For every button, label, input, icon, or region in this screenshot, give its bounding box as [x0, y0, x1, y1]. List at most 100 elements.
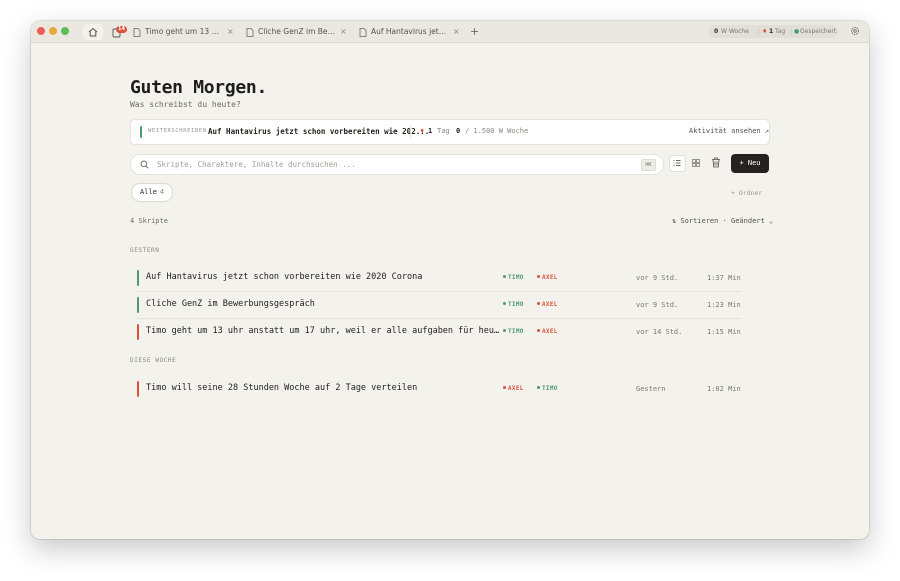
list-view-button[interactable]: [669, 155, 686, 172]
character-dot-icon: [537, 302, 540, 305]
script-duration: 1:37 Min: [707, 274, 741, 282]
view-activity-link[interactable]: Aktivität ansehen ↗: [689, 127, 769, 135]
script-title[interactable]: Timo geht um 13 uhr anstatt um 17 uhr, w…: [146, 326, 501, 336]
titlebar: 14 Timo geht um 13 uh... × Cliche GenZ i…: [31, 21, 869, 43]
character-name: TIMO: [542, 385, 558, 392]
script-title[interactable]: Cliche GenZ im Bewerbungsgespräch: [146, 299, 501, 309]
close-tab-button[interactable]: ×: [227, 24, 234, 40]
search-input[interactable]: [157, 158, 607, 171]
character-tag: AXEL: [537, 274, 558, 281]
list-view-icon: [673, 160, 681, 166]
script-row[interactable]: Timo will seine 28 Stunden Woche auf 2 T…: [137, 376, 742, 402]
document-icon: [133, 28, 141, 37]
tab-script-2[interactable]: Cliche GenZ im Bew... ×: [246, 24, 349, 40]
day-label: Tag: [437, 127, 450, 135]
minimize-window-button[interactable]: [49, 27, 57, 35]
arrow-right-icon[interactable]: →: [392, 127, 396, 135]
grid-view-button[interactable]: [688, 155, 705, 172]
row-accent-bar: [137, 270, 139, 286]
app-window: 14 Timo geht um 13 uh... × Cliche GenZ i…: [31, 21, 869, 539]
script-row[interactable]: Auf Hantavirus jetzt schon vorbereiten w…: [137, 265, 742, 292]
filter-all-chip[interactable]: Alle 4: [131, 183, 174, 202]
document-icon: [359, 28, 367, 37]
tab-label: Cliche GenZ im Bew...: [258, 27, 336, 36]
home-tab[interactable]: [83, 24, 103, 40]
character-dot-icon: [503, 329, 506, 332]
search-shortcut: ⌘K: [641, 159, 656, 171]
sort-dropdown[interactable]: ⇅ Sortieren · Geändert ⌄: [672, 217, 773, 225]
close-tab-button[interactable]: ×: [453, 24, 460, 40]
modified-time: Gestern: [636, 385, 666, 393]
character-name: AXEL: [542, 301, 558, 308]
tab-label: Timo geht um 13 uh...: [145, 27, 223, 36]
row-accent-bar: [137, 381, 139, 397]
streak-icon: ♦: [762, 28, 768, 35]
words-count: 0: [456, 127, 461, 135]
row-accent-bar: [137, 297, 139, 313]
add-folder-button[interactable]: + Ordner: [731, 189, 762, 197]
row-accent-bar: [137, 324, 139, 340]
words-goal: / 1.500 W Woche: [465, 127, 529, 135]
character-dot-icon: [537, 329, 540, 332]
group-label: DIESE WOCHE: [130, 357, 177, 364]
script-title[interactable]: Auf Hantavirus jetzt schon vorbereiten w…: [146, 272, 501, 282]
status-pill: 0 W Woche ♦ 1 Tag ● Gespeichert: [708, 25, 838, 38]
character-name: TIMO: [508, 301, 524, 308]
character-tag: TIMO: [503, 301, 524, 308]
character-dot-icon: [537, 275, 540, 278]
script-row[interactable]: Timo geht um 13 uhr anstatt um 17 uhr, w…: [137, 319, 742, 345]
script-title[interactable]: Timo will seine 28 Stunden Woche auf 2 T…: [146, 383, 501, 393]
gear-icon[interactable]: [850, 26, 860, 36]
character-name: AXEL: [508, 385, 524, 392]
close-window-button[interactable]: [37, 27, 45, 35]
tab-script-1[interactable]: Timo geht um 13 uh... ×: [133, 24, 236, 40]
character-tag: AXEL: [537, 328, 558, 335]
character-tag: AXEL: [537, 301, 558, 308]
week-count: 0: [714, 28, 719, 35]
day-label: Tag: [775, 28, 786, 35]
accent-bar: [140, 126, 142, 138]
week-label: W Woche: [721, 28, 749, 35]
character-tag: TIMO: [537, 385, 558, 392]
new-tab-button[interactable]: +: [470, 24, 479, 40]
tab-script-3[interactable]: Auf Hantavirus jetzt... ×: [359, 24, 462, 40]
tab-label: Auf Hantavirus jetzt...: [371, 27, 449, 36]
notification-badge: 14: [116, 26, 127, 33]
character-name: AXEL: [542, 328, 558, 335]
character-name: TIMO: [508, 328, 524, 335]
page-title: Guten Morgen.: [130, 77, 267, 98]
search-bar[interactable]: ⌘K: [130, 154, 664, 175]
main-content: Guten Morgen. Was schreibst du heute? WE…: [31, 43, 869, 539]
page-subtitle: Was schreibst du heute?: [130, 100, 241, 109]
modified-time: vor 14 Std.: [636, 328, 683, 336]
character-tag: TIMO: [503, 274, 524, 281]
search-icon: [140, 160, 149, 169]
continue-kicker: WEITERSCHREIBEN: [148, 128, 207, 134]
saved-dot-icon: ●: [794, 28, 800, 35]
character-tag: AXEL: [503, 385, 524, 392]
character-name: TIMO: [508, 274, 524, 281]
streak-icon: ♦: [420, 127, 425, 135]
filter-all-label: Alle: [140, 188, 157, 196]
script-duration: 1:15 Min: [707, 328, 741, 336]
document-icon: [246, 28, 254, 37]
notification-button[interactable]: 14: [111, 24, 129, 40]
day-count: 1: [769, 28, 774, 35]
close-tab-button[interactable]: ×: [340, 24, 347, 40]
modified-time: vor 9 Std.: [636, 274, 679, 282]
new-script-button[interactable]: + Neu: [731, 154, 769, 173]
trash-icon[interactable]: [711, 157, 721, 168]
modified-time: vor 9 Std.: [636, 301, 679, 309]
grid-view-icon: [692, 159, 700, 167]
continue-writing-card[interactable]: WEITERSCHREIBEN Auf Hantavirus jetzt sch…: [130, 119, 770, 145]
filter-all-count: 4: [159, 188, 165, 196]
character-dot-icon: [503, 386, 506, 389]
character-tag: TIMO: [503, 328, 524, 335]
home-icon: [88, 27, 98, 37]
character-dot-icon: [537, 386, 540, 389]
zoom-window-button[interactable]: [61, 27, 69, 35]
character-name: AXEL: [542, 274, 558, 281]
script-row[interactable]: Cliche GenZ im Bewerbungsgespräch TIMO AXE…: [137, 292, 742, 319]
saved-status: Gespeichert: [800, 28, 837, 35]
group-label: GESTERN: [130, 247, 160, 254]
